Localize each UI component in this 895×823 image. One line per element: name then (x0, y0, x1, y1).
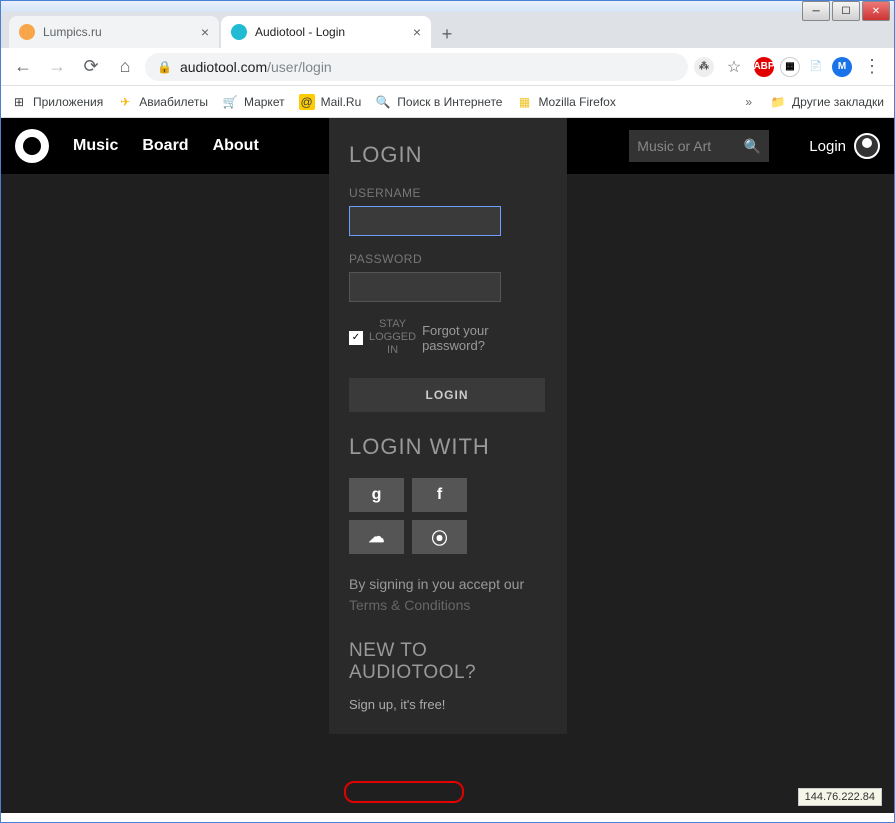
header-login-link[interactable]: Login (809, 133, 880, 159)
login-panel: LOGIN USERNAME PASSWORD ✓ STAY LOGGED IN… (329, 118, 567, 734)
forward-button[interactable]: → (43, 53, 71, 81)
login-with-title: LOGIN WITH (349, 434, 547, 460)
signup-link[interactable]: Sign up, it's free! (349, 697, 445, 712)
terms-text: By signing in you accept our Terms & Con… (349, 574, 547, 616)
tab-close-icon[interactable]: × (413, 24, 421, 40)
cart-icon: 🛒 (222, 94, 238, 110)
ip-badge: 144.76.222.84 (798, 788, 882, 806)
translate-icon[interactable]: ⁂ (694, 57, 714, 77)
star-icon[interactable]: ☆ (720, 53, 748, 81)
at-icon: @ (299, 94, 315, 110)
browser-tabs: Lumpics.ru × Audiotool - Login × + (1, 12, 894, 48)
url-path: /user/login (267, 59, 332, 75)
bookmark-market[interactable]: 🛒Маркет (222, 94, 285, 110)
bookmark-aviabilety[interactable]: ✈Авиабилеты (117, 94, 208, 110)
overflow-chevron-icon[interactable]: » (741, 95, 756, 109)
folder-icon: 📁 (770, 94, 786, 110)
plane-icon: ✈ (117, 94, 133, 110)
pdf-icon[interactable]: 📄 (806, 57, 826, 77)
profile-icon[interactable]: M (832, 57, 852, 77)
bookmark-other[interactable]: 📁Другие закладки (770, 94, 884, 110)
username-label: USERNAME (349, 186, 547, 200)
favicon-icon (19, 24, 35, 40)
stay-logged-label: STAY LOGGED IN (369, 318, 416, 358)
search-icon: 🔍 (744, 138, 761, 155)
bookmark-firefox[interactable]: ▦Mozilla Firefox (516, 94, 615, 110)
password-label: PASSWORD (349, 252, 547, 266)
google-login-button[interactable]: g (349, 478, 404, 512)
terms-link[interactable]: Terms & Conditions (349, 597, 470, 613)
tab-audiotool[interactable]: Audiotool - Login × (221, 16, 431, 48)
nav-board[interactable]: Board (142, 137, 188, 155)
nav-music[interactable]: Music (73, 137, 118, 155)
username-input[interactable] (349, 206, 501, 236)
audiotool-logo-icon[interactable] (15, 129, 49, 163)
favicon-icon (231, 24, 247, 40)
url-host: audiotool.com (180, 59, 267, 75)
stay-logged-checkbox[interactable]: ✓ (349, 331, 363, 345)
firefox-icon: ▦ (516, 94, 532, 110)
new-tab-button[interactable]: + (433, 20, 461, 48)
apps-icon: ⊞ (11, 94, 27, 110)
search-icon: 🔍 (375, 94, 391, 110)
page-content: Music Board About Music or Art 🔍 Login L… (1, 118, 894, 813)
soundcloud-login-button[interactable]: ☁ (349, 520, 404, 554)
window-title-bar: ─ ☐ ✕ (1, 1, 894, 12)
back-button[interactable]: ← (9, 53, 37, 81)
maximize-button[interactable]: ☐ (832, 1, 860, 21)
facebook-login-button[interactable]: f (412, 478, 467, 512)
bookmark-mailru[interactable]: @Mail.Ru (299, 94, 362, 110)
tab-title: Lumpics.ru (43, 25, 193, 39)
minimize-button[interactable]: ─ (802, 1, 830, 21)
bookmark-apps[interactable]: ⊞Приложения (11, 94, 103, 110)
login-title: LOGIN (349, 142, 547, 168)
ext-icon[interactable]: ▦ (780, 57, 800, 77)
reload-button[interactable]: ⟳ (77, 53, 105, 81)
bookmarks-bar: ⊞Приложения ✈Авиабилеты 🛒Маркет @Mail.Ru… (1, 86, 894, 118)
nav-about[interactable]: About (213, 137, 259, 155)
abp-icon[interactable]: ABP (754, 57, 774, 77)
search-placeholder: Music or Art (637, 138, 711, 154)
home-button[interactable]: ⌂ (111, 53, 139, 81)
password-input[interactable] (349, 272, 501, 302)
new-to-audiotool-title: NEW TO AUDIOTOOL? (349, 640, 547, 684)
tab-lumpics[interactable]: Lumpics.ru × (9, 16, 219, 48)
menu-icon[interactable]: ⋮ (858, 53, 886, 81)
patreon-login-button[interactable]: ⦿ (412, 520, 467, 554)
avatar-icon (854, 133, 880, 159)
lock-icon: 🔒 (157, 60, 172, 74)
highlight-annotation (344, 781, 464, 803)
tab-close-icon[interactable]: × (201, 24, 209, 40)
login-button[interactable]: LOGIN (349, 378, 545, 412)
forgot-password-link[interactable]: Forgot your password? (422, 323, 547, 353)
close-button[interactable]: ✕ (862, 1, 890, 21)
bookmark-search[interactable]: 🔍Поиск в Интернете (375, 94, 502, 110)
address-bar: ← → ⟳ ⌂ 🔒 audiotool.com/user/login ⁂ ☆ A… (1, 48, 894, 86)
url-field[interactable]: 🔒 audiotool.com/user/login (145, 53, 688, 81)
tab-title: Audiotool - Login (255, 25, 405, 39)
search-input[interactable]: Music or Art 🔍 (629, 130, 769, 162)
